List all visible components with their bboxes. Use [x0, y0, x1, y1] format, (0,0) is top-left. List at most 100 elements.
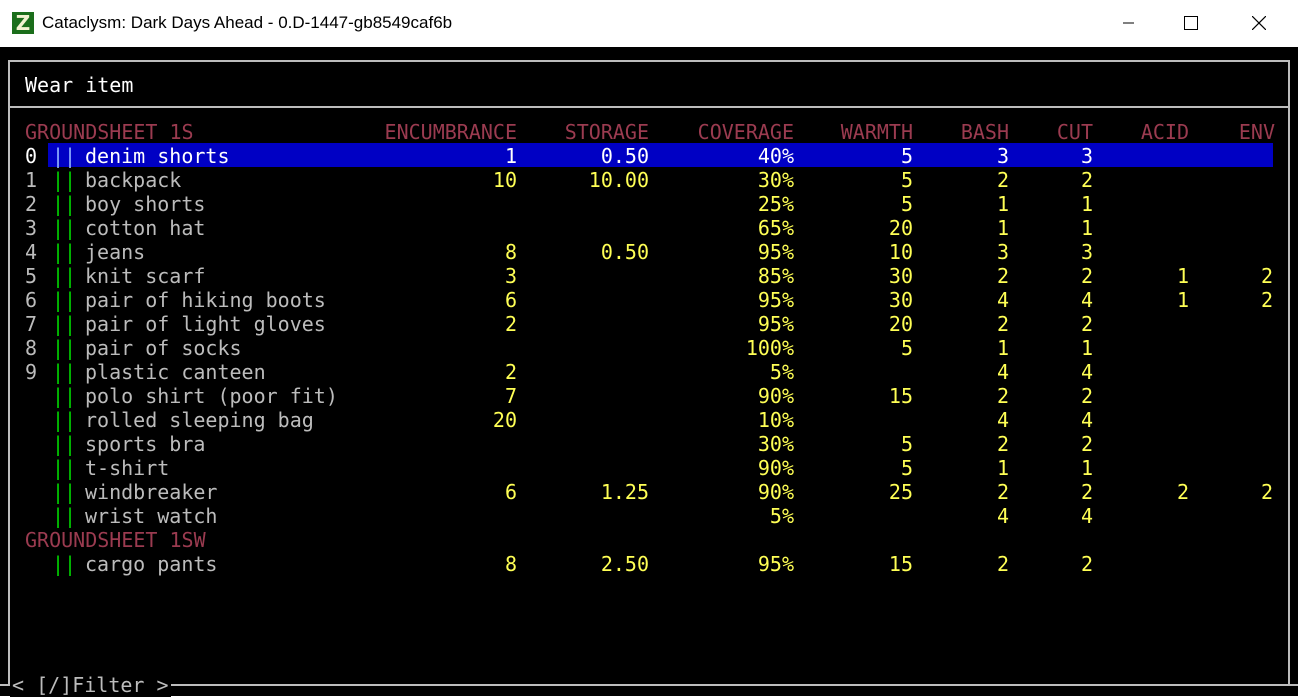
item-cut: 2 [1080, 264, 1093, 288]
item-hotkey: 3 [25, 216, 38, 240]
item-enc: 2 [504, 312, 517, 336]
item-warmth: 30 [888, 264, 913, 288]
item-warmth: 30 [888, 288, 913, 312]
item-acid: 1 [1176, 264, 1189, 288]
column-header-storage: STORAGE [564, 120, 649, 144]
item-warmth: 5 [900, 192, 913, 216]
item-env: 2 [1260, 480, 1273, 504]
item-marker: || [52, 552, 77, 576]
item-bash: 3 [996, 240, 1009, 264]
item-bash: 1 [996, 216, 1009, 240]
item-name: pair of socks [85, 336, 242, 360]
item-cut: 4 [1080, 288, 1093, 312]
group-header: GROUNDSHEET 1S [25, 120, 194, 144]
item-hotkey: 1 [25, 168, 38, 192]
column-header-bash: BASH [960, 120, 1009, 144]
item-coverage: 100% [745, 336, 794, 360]
item-marker: || [52, 168, 77, 192]
item-storage: 2.50 [600, 552, 649, 576]
item-enc: 20 [492, 408, 517, 432]
item-bash: 4 [996, 360, 1009, 384]
item-env: 2 [1260, 264, 1273, 288]
item-name: denim shorts [85, 144, 230, 168]
item-marker: || [52, 264, 77, 288]
item-storage: 0.50 [600, 144, 649, 168]
item-marker: || [52, 144, 77, 168]
item-coverage: 90% [757, 384, 794, 408]
item-cut: 3 [1080, 144, 1093, 168]
item-coverage: 30% [757, 168, 794, 192]
filter-hint[interactable]: < [/]Filter > [10, 673, 171, 697]
item-enc: 10 [492, 168, 517, 192]
item-coverage: 90% [757, 480, 794, 504]
window-titlebar[interactable]: Z Cataclysm: Dark Days Ahead - 0.D-1447-… [0, 0, 1298, 48]
column-header-warmth: WARMTH [840, 120, 913, 144]
item-hotkey: 2 [25, 192, 38, 216]
item-warmth: 25 [888, 480, 913, 504]
item-cut: 1 [1080, 456, 1093, 480]
item-bash: 1 [996, 192, 1009, 216]
item-marker: || [52, 408, 77, 432]
item-marker: || [52, 504, 77, 528]
item-bash: 2 [996, 384, 1009, 408]
item-coverage: 5% [769, 360, 794, 384]
item-cut: 1 [1080, 192, 1093, 216]
menu-title: Wear item [25, 73, 134, 97]
item-warmth: 5 [900, 336, 913, 360]
item-bash: 1 [996, 456, 1009, 480]
item-enc: 7 [504, 384, 517, 408]
item-marker: || [52, 360, 77, 384]
item-env: 2 [1260, 288, 1273, 312]
item-name: pair of light gloves [85, 312, 326, 336]
item-bash: 4 [996, 288, 1009, 312]
minimize-icon [1123, 22, 1134, 24]
item-coverage: 90% [757, 456, 794, 480]
item-storage: 0.50 [600, 240, 649, 264]
item-cut: 4 [1080, 408, 1093, 432]
item-storage: 10.00 [588, 168, 649, 192]
close-button[interactable] [1236, 0, 1282, 46]
item-coverage: 10% [757, 408, 794, 432]
item-coverage: 65% [757, 216, 794, 240]
group-header: GROUNDSHEET 1SW [25, 528, 206, 552]
minimize-button[interactable] [1106, 0, 1152, 46]
maximize-button[interactable] [1168, 0, 1214, 46]
item-cut: 3 [1080, 240, 1093, 264]
item-hotkey: 8 [25, 336, 38, 360]
item-bash: 4 [996, 408, 1009, 432]
item-bash: 2 [996, 312, 1009, 336]
header-separator [8, 106, 1290, 108]
item-hotkey: 4 [25, 240, 38, 264]
column-header-acid: ACID [1140, 120, 1189, 144]
column-header-cut: CUT [1056, 120, 1093, 144]
item-cut: 4 [1080, 504, 1093, 528]
column-header-encumbrance: ENCUMBRANCE [384, 120, 517, 144]
item-marker: || [52, 216, 77, 240]
item-warmth: 5 [900, 168, 913, 192]
item-name: rolled sleeping bag [85, 408, 314, 432]
item-bash: 2 [996, 552, 1009, 576]
item-name: pair of hiking boots [85, 288, 326, 312]
item-cut: 1 [1080, 336, 1093, 360]
item-name: backpack [85, 168, 182, 192]
item-marker: || [52, 456, 77, 480]
item-hotkey: 7 [25, 312, 38, 336]
item-warmth: 20 [888, 216, 913, 240]
item-hotkey: 0 [25, 144, 38, 168]
item-cut: 2 [1080, 552, 1093, 576]
item-cut: 2 [1080, 480, 1093, 504]
item-marker: || [52, 192, 77, 216]
column-header-coverage: COVERAGE [697, 120, 794, 144]
item-name: boy shorts [85, 192, 206, 216]
item-coverage: 30% [757, 432, 794, 456]
item-coverage: 95% [757, 240, 794, 264]
item-enc: 3 [504, 264, 517, 288]
window-title: Cataclysm: Dark Days Ahead - 0.D-1447-gb… [42, 13, 453, 32]
item-warmth: 20 [888, 312, 913, 336]
game-terminal[interactable]: Wear item GROUNDSHEET 1S ENCUMBRANCE STORA… [0, 47, 1298, 697]
item-enc: 6 [504, 480, 517, 504]
close-icon [1252, 16, 1266, 30]
item-coverage: 95% [757, 312, 794, 336]
item-marker: || [52, 384, 77, 408]
item-coverage: 95% [757, 288, 794, 312]
